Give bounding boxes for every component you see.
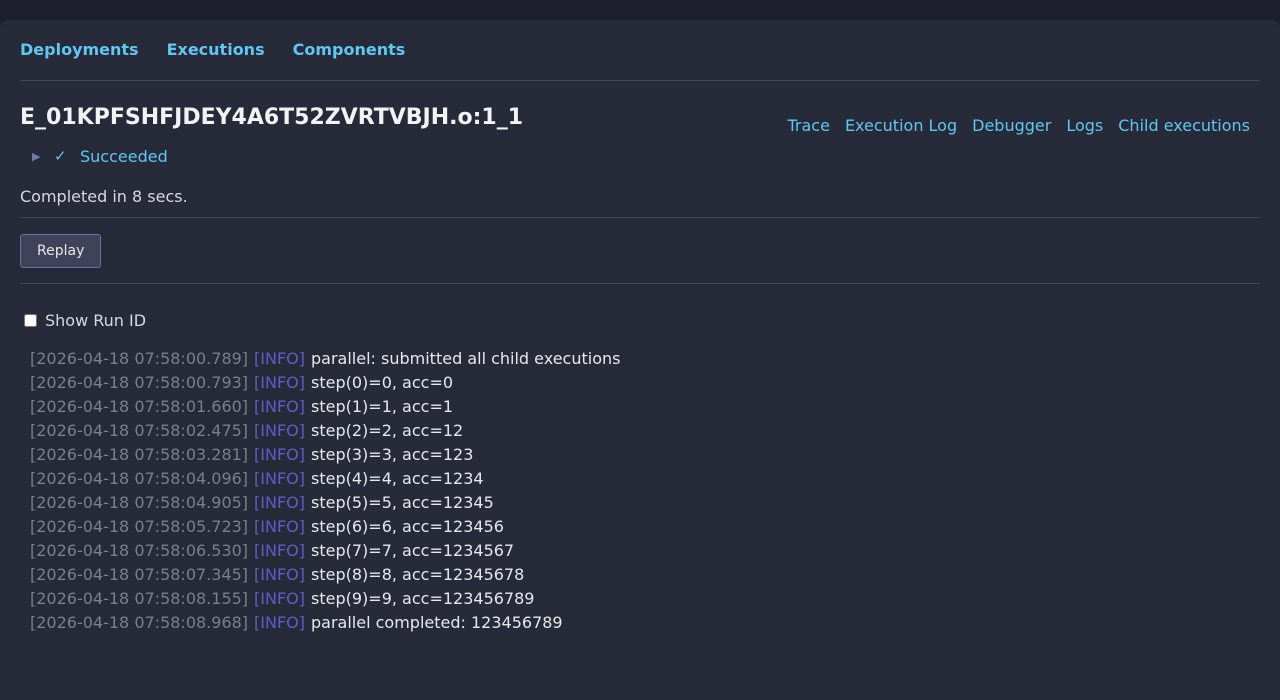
check-icon: ✓ xyxy=(54,147,67,165)
show-run-id-checkbox[interactable] xyxy=(24,313,37,327)
log-level: [INFO] xyxy=(254,565,306,584)
log-message: parallel completed: 123456789 xyxy=(311,613,563,632)
nav-components[interactable]: Components xyxy=(293,42,406,58)
log-timestamp: [2026-04-18 07:58:03.281] xyxy=(30,445,249,464)
log-timestamp: [2026-04-18 07:58:08.155] xyxy=(30,589,249,608)
log-level: [INFO] xyxy=(254,541,306,560)
tab-logs[interactable]: Logs xyxy=(1066,118,1103,134)
log-line: [2026-04-18 07:58:00.793] [INFO] step(0)=0… xyxy=(30,371,1260,395)
log-timestamp: [2026-04-18 07:58:00.793] xyxy=(30,373,249,392)
actions-bar: Replay xyxy=(20,218,1260,284)
tab-trace[interactable]: Trace xyxy=(787,118,829,134)
log-line: [2026-04-18 07:58:01.660] [INFO] step(1)=1… xyxy=(30,395,1260,419)
log-line: [2026-04-18 07:58:08.968] [INFO] parallel … xyxy=(30,611,1260,635)
log-level: [INFO] xyxy=(254,517,306,536)
execution-panel: Deployments Executions Components E_01KP… xyxy=(0,20,1280,700)
log-level: [INFO] xyxy=(254,445,306,464)
log-level: [INFO] xyxy=(254,469,306,488)
log-message: step(5)=5, acc=12345 xyxy=(311,493,494,512)
tab-child-executions[interactable]: Child executions xyxy=(1118,118,1250,134)
log-line: [2026-04-18 07:58:08.155] [INFO] step(9)=9… xyxy=(30,587,1260,611)
execution-id-title: E_01KPFSHFJDEY4A6T52ZVRTVBJH.o:1_1 xyxy=(20,105,524,130)
log-line: [2026-04-18 07:58:02.475] [INFO] step(2)=2… xyxy=(30,419,1260,443)
log-timestamp: [2026-04-18 07:58:04.096] xyxy=(30,469,249,488)
log-level: [INFO] xyxy=(254,589,306,608)
log-level: [INFO] xyxy=(254,397,306,416)
log-line: [2026-04-18 07:58:06.530] [INFO] step(7)=7… xyxy=(30,539,1260,563)
status-summary[interactable]: ▶ ✓ Succeeded xyxy=(20,144,1260,168)
log-timestamp: [2026-04-18 07:58:08.968] xyxy=(30,613,249,632)
log-line: [2026-04-18 07:58:07.345] [INFO] step(8)=8… xyxy=(30,563,1260,587)
log-level: [INFO] xyxy=(254,421,306,440)
log-message: step(3)=3, acc=123 xyxy=(311,445,474,464)
log-level: [INFO] xyxy=(254,373,306,392)
log-timestamp: [2026-04-18 07:58:02.475] xyxy=(30,421,249,440)
log-message: step(4)=4, acc=1234 xyxy=(311,469,484,488)
log-line: [2026-04-18 07:58:00.789] [INFO] parallel:… xyxy=(30,347,1260,371)
log-line: [2026-04-18 07:58:03.281] [INFO] step(3)=3… xyxy=(30,443,1260,467)
log-line: [2026-04-18 07:58:05.723] [INFO] step(6)=6… xyxy=(30,515,1260,539)
execution-tabs: Trace Execution Log Debugger Logs Child … xyxy=(787,118,1250,134)
show-run-id-label[interactable]: Show Run ID xyxy=(45,311,146,330)
replay-button[interactable]: Replay xyxy=(20,234,102,268)
log-message: step(6)=6, acc=123456 xyxy=(311,517,504,536)
log-level: [INFO] xyxy=(254,349,306,368)
log-message: parallel: submitted all child executions xyxy=(311,349,621,368)
log-level: [INFO] xyxy=(254,493,306,512)
log-level: [INFO] xyxy=(254,613,306,632)
execution-header: E_01KPFSHFJDEY4A6T52ZVRTVBJH.o:1_1 Trace… xyxy=(20,81,1260,143)
show-run-id-option: Show Run ID xyxy=(20,303,1260,337)
log-timestamp: [2026-04-18 07:58:06.530] xyxy=(30,541,249,560)
nav-executions[interactable]: Executions xyxy=(167,42,265,58)
top-nav: Deployments Executions Components xyxy=(20,20,1260,81)
log-line: [2026-04-18 07:58:04.905] [INFO] step(5)=5… xyxy=(30,491,1260,515)
log-message: step(8)=8, acc=12345678 xyxy=(311,565,525,584)
nav-deployments[interactable]: Deployments xyxy=(20,42,139,58)
log-line: [2026-04-18 07:58:04.096] [INFO] step(4)=4… xyxy=(30,467,1260,491)
log-message: step(0)=0, acc=0 xyxy=(311,373,454,392)
log-message: step(9)=9, acc=123456789 xyxy=(311,589,535,608)
completed-duration: Completed in 8 secs. xyxy=(20,187,1260,218)
log-message: step(7)=7, acc=1234567 xyxy=(311,541,515,560)
triangle-right-icon[interactable]: ▶ xyxy=(32,150,54,163)
log-message: step(1)=1, acc=1 xyxy=(311,397,454,416)
tab-debugger[interactable]: Debugger xyxy=(972,118,1051,134)
status-badge: Succeeded xyxy=(80,146,168,166)
log-timestamp: [2026-04-18 07:58:00.789] xyxy=(30,349,249,368)
log-output: [2026-04-18 07:58:00.789] [INFO] parallel:… xyxy=(20,347,1260,635)
tab-execution-log[interactable]: Execution Log xyxy=(845,118,957,134)
log-timestamp: [2026-04-18 07:58:05.723] xyxy=(30,517,249,536)
log-timestamp: [2026-04-18 07:58:01.660] xyxy=(30,397,249,416)
log-message: step(2)=2, acc=12 xyxy=(311,421,464,440)
log-timestamp: [2026-04-18 07:58:07.345] xyxy=(30,565,249,584)
log-timestamp: [2026-04-18 07:58:04.905] xyxy=(30,493,249,512)
